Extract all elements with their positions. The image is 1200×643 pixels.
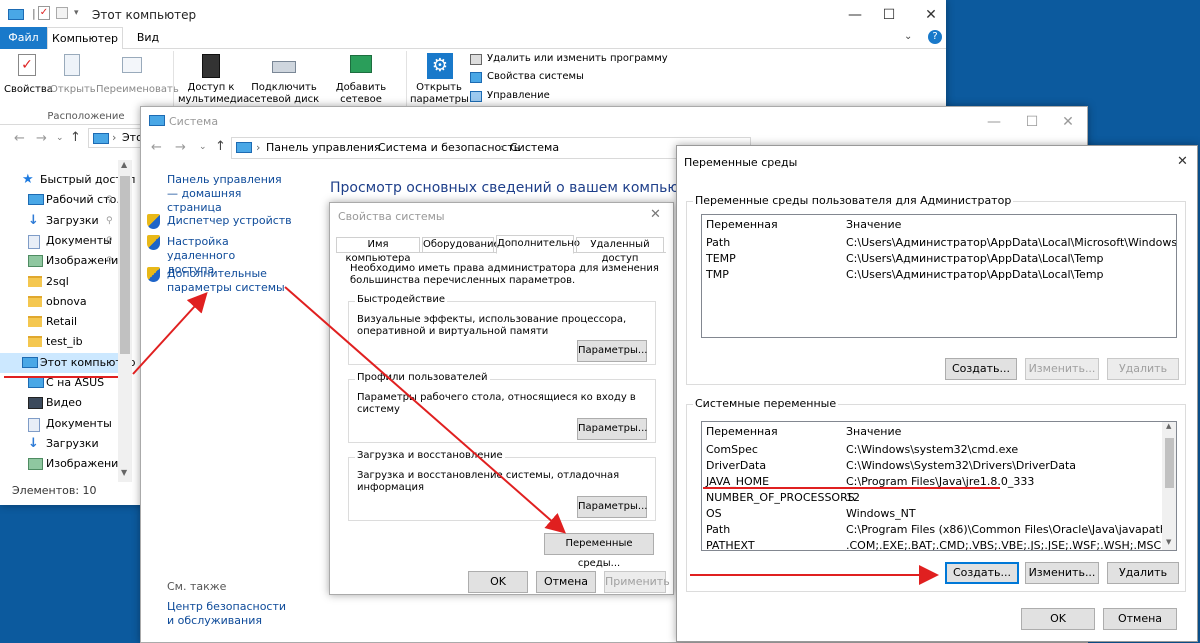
annotation-overlay [4,286,1000,585]
arrow-to-env-button [284,286,567,534]
arrow-to-advanced-settings [132,292,208,375]
